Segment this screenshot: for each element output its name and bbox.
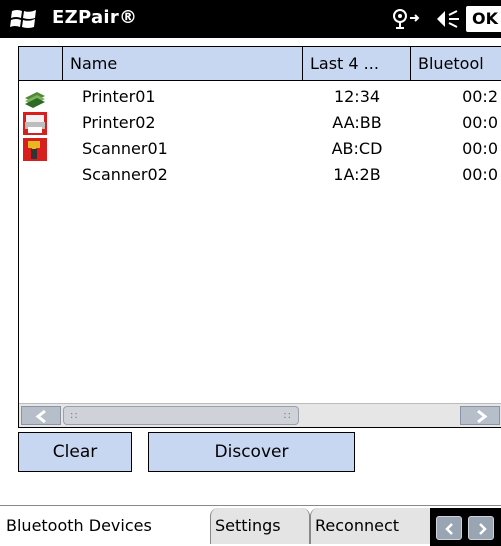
list-header: Name Last 4 ... Bluetool [19, 47, 501, 81]
tab-scroll-controls [430, 508, 501, 546]
printer-stack-icon [25, 92, 45, 108]
column-header-bluetooth[interactable]: Bluetool [411, 47, 501, 80]
printer-icon [23, 112, 47, 135]
list-item[interactable]: Printer02 AA:BB 00:0 [19, 111, 501, 136]
chevron-left-icon [35, 409, 46, 424]
tab-bar: Bluetooth Devices Settings Reconnect [0, 505, 501, 546]
ok-button[interactable]: OK [466, 6, 501, 32]
column-header-name[interactable]: Name [63, 47, 303, 80]
device-name: Scanner02 [82, 165, 168, 184]
device-bluetooth: 00:0 [462, 139, 498, 158]
scroll-right-button[interactable] [460, 406, 500, 425]
device-bluetooth: 00:0 [462, 165, 498, 184]
tab-scroll-left-button[interactable] [436, 516, 462, 540]
scroll-thumb[interactable]: :: :: [63, 406, 299, 425]
device-bluetooth: 00:0 [462, 113, 498, 132]
speaker-icon[interactable] [433, 7, 463, 31]
tab-scroll-right-button[interactable] [468, 516, 494, 540]
tab-bluetooth-devices[interactable]: Bluetooth Devices [0, 508, 210, 544]
windows-flag-icon[interactable] [10, 7, 38, 31]
chevron-right-icon [479, 523, 487, 535]
chevron-right-icon [477, 409, 488, 424]
horizontal-scrollbar[interactable]: :: :: [19, 403, 501, 427]
grip-icon: :: [70, 410, 79, 421]
device-last4: AA:BB [332, 113, 382, 132]
device-last4: 1A:2B [333, 165, 381, 184]
list-item[interactable]: Scanner01 AB:CD 00:0 [19, 137, 501, 162]
device-bluetooth: 00:2 [462, 87, 498, 106]
clear-button[interactable]: Clear [18, 432, 132, 472]
scroll-left-button[interactable] [21, 406, 61, 425]
device-name: Printer01 [82, 87, 156, 106]
list-item[interactable]: Scanner02 1A:2B 00:0 [19, 163, 501, 188]
grip-icon: :: [283, 410, 292, 421]
tab-settings[interactable]: Settings [210, 508, 310, 544]
app-title: EZPair® [52, 7, 138, 28]
device-last4: 12:34 [333, 87, 381, 106]
list-item[interactable]: Printer01 12:34 00:2 [19, 85, 501, 110]
connectivity-icon[interactable] [390, 6, 424, 32]
device-last4: AB:CD [331, 139, 383, 158]
column-header-last4[interactable]: Last 4 ... [303, 47, 411, 80]
device-name: Scanner01 [82, 139, 168, 158]
device-list[interactable]: Name Last 4 ... Bluetool Printer01 12:34… [18, 46, 501, 428]
column-header-icon[interactable] [19, 47, 63, 80]
title-bar: EZPair® OK [0, 0, 501, 38]
chevron-left-icon [445, 523, 453, 535]
discover-button[interactable]: Discover [148, 432, 355, 472]
scanner-icon [23, 138, 47, 161]
tab-reconnect[interactable]: Reconnect [310, 508, 430, 544]
device-name: Printer02 [82, 113, 156, 132]
